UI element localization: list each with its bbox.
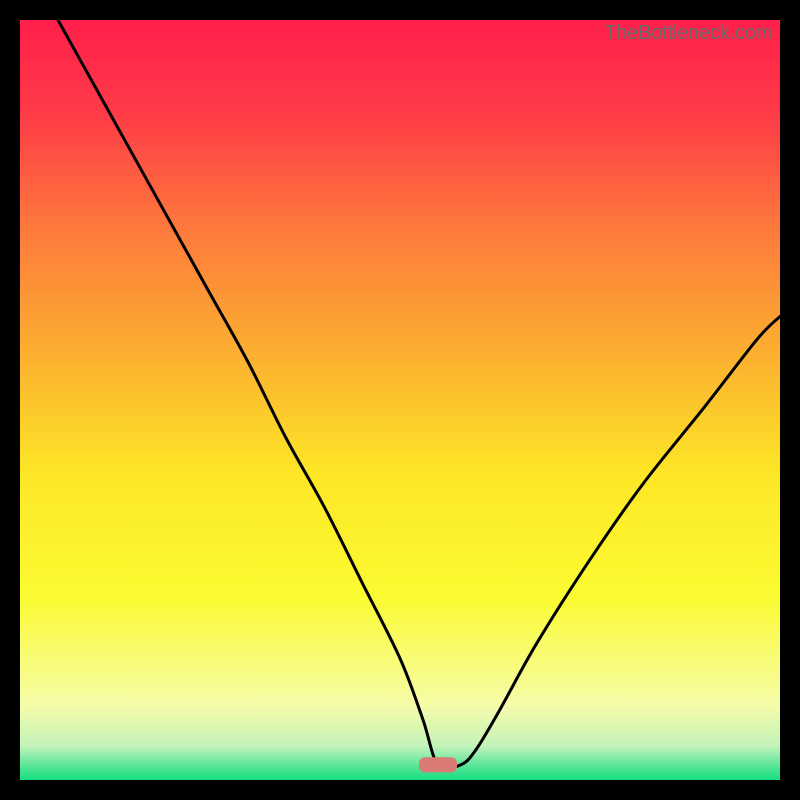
watermark-text: TheBottleneck.com — [604, 22, 772, 45]
gradient-background — [20, 20, 780, 780]
bottleneck-chart — [20, 20, 780, 780]
chart-frame: TheBottleneck.com — [20, 20, 780, 780]
optimum-marker — [419, 757, 457, 772]
